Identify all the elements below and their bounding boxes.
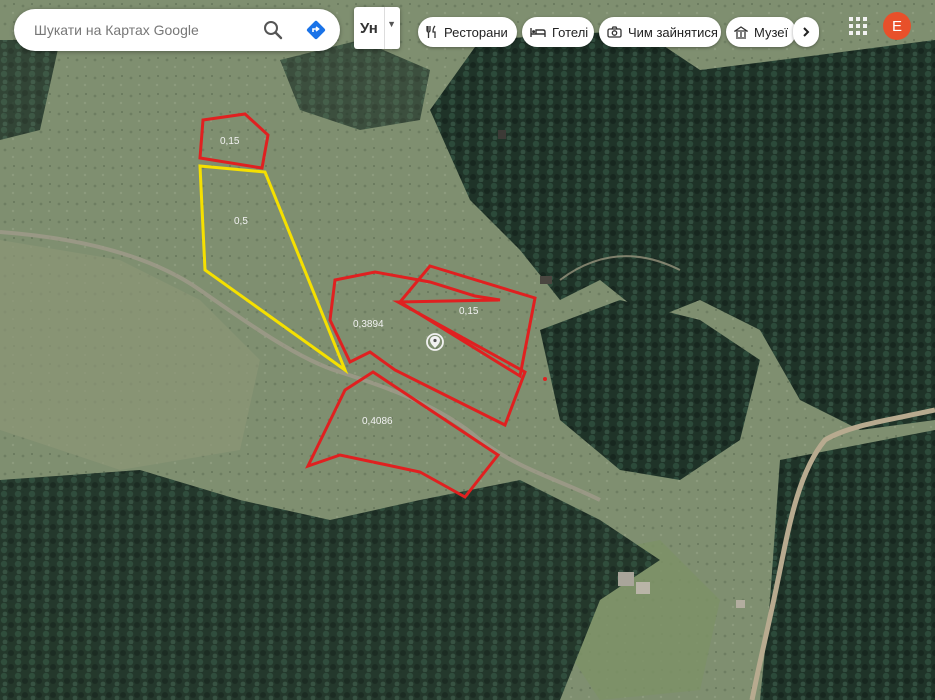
forest-area xyxy=(760,430,935,700)
parcel-label: 0,3894 xyxy=(353,319,384,330)
museum-icon xyxy=(734,25,748,39)
chips-next-button[interactable] xyxy=(793,17,819,47)
camera-icon xyxy=(607,26,622,38)
chip-restaurants[interactable]: Ресторани xyxy=(418,17,517,47)
chip-label: Готелі xyxy=(552,24,589,40)
apps-grid-icon[interactable] xyxy=(848,16,868,36)
satellite-map[interactable]: 0,15 0,5 0,3894 0,15 0,4086 xyxy=(0,0,935,700)
parcel-label: 0,15 xyxy=(459,306,479,317)
bed-icon xyxy=(530,28,546,37)
parcel-label: 0,5 xyxy=(234,216,248,227)
red-dot-marker xyxy=(543,377,547,381)
chevron-right-icon xyxy=(803,27,810,37)
chip-label: Ресторани xyxy=(444,24,508,40)
chip-label: Чим зайнятися xyxy=(628,24,718,40)
layer-selector-label: Ун xyxy=(360,20,378,37)
search-input[interactable] xyxy=(34,9,254,51)
fork-knife-icon xyxy=(426,25,436,38)
building xyxy=(736,600,745,608)
layer-selector-button[interactable]: Ун ▼ xyxy=(354,7,400,49)
account-avatar[interactable]: E xyxy=(883,12,911,40)
directions-icon[interactable] xyxy=(304,18,328,42)
chip-museums[interactable]: Музеї xyxy=(726,17,796,47)
search-icon[interactable] xyxy=(261,18,285,42)
chip-hotels[interactable]: Готелі xyxy=(522,17,594,47)
chip-things-to-do[interactable]: Чим зайнятися xyxy=(599,17,721,47)
search-box xyxy=(14,9,340,51)
building xyxy=(540,276,552,284)
parcel-label: 0,4086 xyxy=(362,416,393,427)
building xyxy=(498,130,506,139)
chip-label: Музеї xyxy=(754,24,789,40)
parcel-label: 0,15 xyxy=(220,136,240,147)
building xyxy=(636,582,650,594)
divider xyxy=(384,7,385,49)
building xyxy=(618,572,634,586)
chevron-down-icon[interactable]: ▼ xyxy=(387,19,396,29)
